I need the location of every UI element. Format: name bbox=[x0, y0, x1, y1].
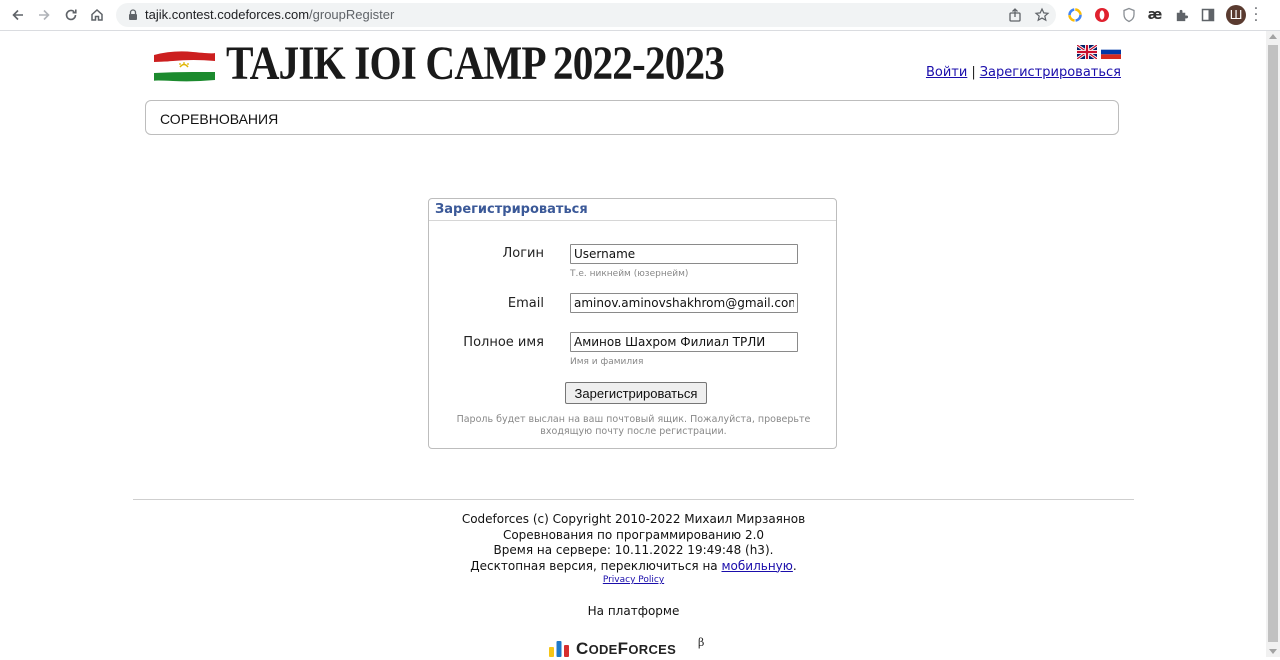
scrollbar-thumb[interactable] bbox=[1268, 45, 1278, 642]
back-icon[interactable] bbox=[7, 4, 29, 26]
privacy-policy-link[interactable]: Privacy Policy bbox=[603, 575, 664, 585]
menu-icon[interactable]: · · · bbox=[1253, 2, 1259, 28]
shield-extension-icon[interactable] bbox=[1121, 7, 1137, 23]
register-caption: Зарегистрироваться bbox=[435, 202, 588, 217]
browser-toolbar: tajik.contest.codeforces.com/groupRegist… bbox=[0, 0, 1280, 31]
login-label: Логин bbox=[502, 246, 544, 261]
logo-ode: ODE bbox=[588, 642, 618, 657]
logo-beta: β bbox=[698, 636, 705, 649]
logo-c: C bbox=[576, 639, 589, 658]
footer-divider bbox=[133, 499, 1134, 500]
main-menu: СОРЕВНОВАНИЯ bbox=[145, 100, 1119, 135]
logo-orces: ORCES bbox=[628, 642, 677, 657]
auth-links: Войти | Зарегистрироваться bbox=[926, 65, 1121, 80]
home-icon[interactable] bbox=[86, 4, 108, 26]
scroll-up-arrow-icon[interactable] bbox=[1269, 34, 1277, 39]
password-note: Пароль будет выслан на ваш почтовый ящик… bbox=[456, 414, 811, 437]
ae-extension-icon[interactable]: æ bbox=[1147, 7, 1163, 23]
url-text[interactable]: tajik.contest.codeforces.com/groupRegist… bbox=[145, 7, 394, 22]
reload-icon[interactable] bbox=[60, 4, 82, 26]
platform-label: На платформе bbox=[587, 604, 680, 618]
tajikistan-flag-logo[interactable] bbox=[153, 49, 216, 85]
english-flag-icon[interactable] bbox=[1077, 45, 1097, 59]
puzzle-icon[interactable] bbox=[1173, 7, 1189, 23]
server-time: Время на сервере: 10.11.2022 19:49:48 (h… bbox=[493, 543, 774, 557]
login-link[interactable]: Войти bbox=[926, 65, 967, 80]
fullname-hint: Имя и фамилия bbox=[570, 357, 644, 367]
side-panel-icon[interactable] bbox=[1200, 7, 1216, 23]
version-line: Десктопная версия, переключиться на моби… bbox=[133, 559, 1134, 575]
register-link[interactable]: Зарегистрироваться bbox=[980, 65, 1121, 80]
color-picker-extension-icon[interactable] bbox=[1067, 7, 1083, 23]
share-icon[interactable] bbox=[1007, 7, 1023, 23]
login-hint: Т.е. никнейм (юзернейм) bbox=[570, 269, 689, 279]
menu-item-contests[interactable]: СОРЕВНОВАНИЯ bbox=[160, 111, 278, 127]
fullname-label: Полное имя bbox=[463, 335, 544, 350]
footer: Codeforces (c) Copyright 2010-2022 Михаи… bbox=[133, 512, 1134, 586]
mobile-version-link[interactable]: мобильную bbox=[721, 559, 792, 573]
logo-f: F bbox=[617, 639, 629, 658]
scroll-down-arrow-icon[interactable] bbox=[1269, 649, 1277, 654]
address-bar[interactable]: tajik.contest.codeforces.com/groupRegist… bbox=[116, 3, 1056, 27]
register-form: Зарегистрироваться Логин Т.е. никнейм (ю… bbox=[428, 198, 837, 449]
star-icon[interactable] bbox=[1034, 7, 1050, 23]
profile-avatar[interactable]: Ш bbox=[1226, 5, 1246, 25]
site-title[interactable]: TAJIK IOI CAMP 2022-2023 bbox=[226, 36, 725, 91]
codeforces-wordmark: CODEFORCES bbox=[576, 639, 676, 659]
russian-flag-icon[interactable] bbox=[1101, 45, 1121, 59]
fullname-input[interactable] bbox=[570, 332, 798, 352]
caption-divider bbox=[429, 220, 836, 221]
opera-extension-icon[interactable] bbox=[1094, 7, 1110, 23]
login-input[interactable] bbox=[570, 244, 798, 264]
page-scrollbar[interactable] bbox=[1266, 31, 1280, 657]
register-submit-button[interactable]: Зарегистрироваться bbox=[565, 382, 707, 404]
copyright-line: Codeforces (c) Copyright 2010-2022 Михаи… bbox=[461, 512, 806, 526]
version-suffix: . bbox=[792, 558, 797, 573]
forward-icon[interactable] bbox=[33, 4, 55, 26]
email-label: Email bbox=[507, 296, 544, 311]
url-host: tajik.contest.codeforces.com bbox=[145, 7, 310, 22]
tagline: Соревнования по программированию 2.0 bbox=[502, 527, 765, 542]
version-prefix: Десктопная версия, переключиться на bbox=[470, 558, 718, 573]
lock-icon[interactable] bbox=[126, 8, 140, 22]
auth-separator: | bbox=[971, 65, 976, 80]
url-path: /groupRegister bbox=[309, 7, 395, 22]
codeforces-bars-icon bbox=[549, 641, 569, 657]
email-input[interactable] bbox=[570, 293, 798, 313]
